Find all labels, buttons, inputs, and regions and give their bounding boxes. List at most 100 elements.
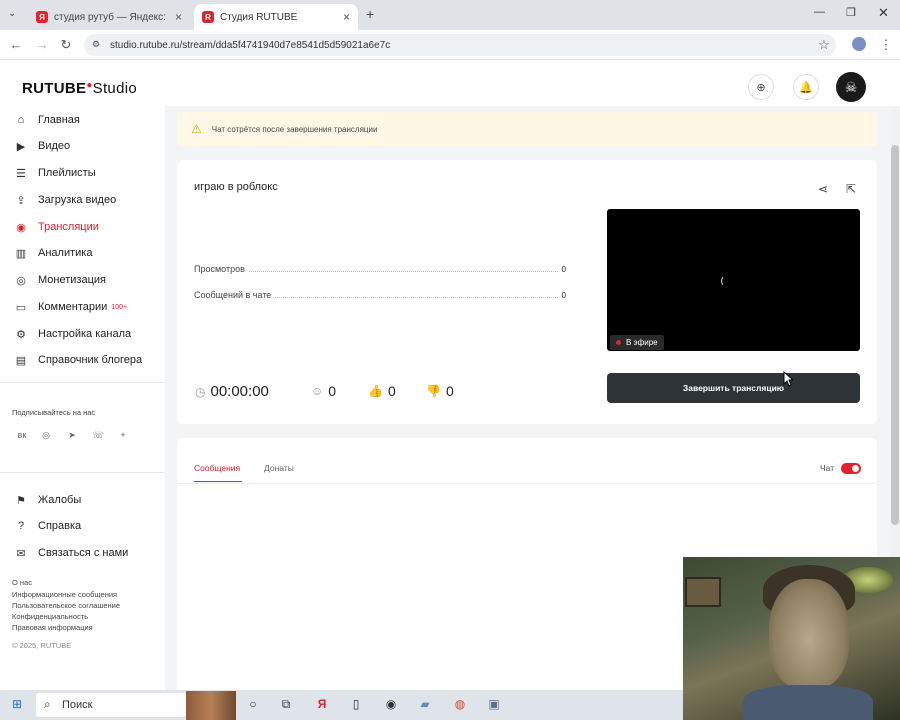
avatar[interactable]: ☠ bbox=[836, 72, 866, 102]
search-highlight-image bbox=[186, 691, 236, 720]
tab-messages[interactable]: Сообщения bbox=[194, 463, 240, 473]
close-icon[interactable]: × bbox=[175, 10, 182, 24]
sidebar-item-channel-settings[interactable]: ⚙ Настройка канала bbox=[14, 324, 131, 344]
new-tab-button[interactable]: + bbox=[366, 6, 374, 22]
gear-icon: ⚙ bbox=[16, 328, 26, 341]
end-stream-button[interactable]: Завершить трансляцию bbox=[607, 373, 860, 403]
viber-icon[interactable]: ☏ bbox=[90, 430, 106, 446]
browser-tabstrip: ⌄ Я студия рутуб — Яндекс: нашл… × R Сту… bbox=[0, 0, 900, 30]
reload-icon[interactable]: ↻ bbox=[58, 37, 74, 53]
footer-link-legal[interactable]: Правовая информация bbox=[12, 623, 93, 632]
rutube-icon: R bbox=[202, 11, 214, 23]
cortana-icon[interactable]: ○ bbox=[244, 697, 262, 711]
minimize-icon[interactable]: — bbox=[814, 6, 825, 18]
sidebar-item-label: Аналитика bbox=[38, 247, 93, 259]
thumbs-up-icon: 👍 bbox=[368, 384, 383, 398]
home-icon: ⌂ bbox=[17, 114, 25, 126]
thumbs-down-icon: 👎 bbox=[426, 384, 441, 398]
chat-toggle-label: Чат bbox=[820, 463, 835, 473]
forward-icon[interactable]: → bbox=[34, 37, 50, 52]
sidebar-item-analytics[interactable]: ▥ Аналитика bbox=[14, 243, 93, 263]
photos-icon[interactable]: ▣ bbox=[485, 697, 503, 711]
file-icon[interactable]: ▯ bbox=[347, 697, 365, 711]
back-icon[interactable]: ← bbox=[8, 37, 24, 52]
window-close-icon[interactable]: ✕ bbox=[878, 5, 889, 21]
stat-dots bbox=[275, 297, 558, 298]
profile-icon[interactable] bbox=[852, 37, 866, 51]
yandex-browser-icon[interactable]: Я bbox=[313, 697, 331, 711]
site-info-icon[interactable]: ⚙ bbox=[92, 39, 100, 50]
windows-start-icon[interactable]: ⊞ bbox=[8, 697, 26, 711]
live-badge: В эфире bbox=[610, 335, 664, 350]
footer-link-about[interactable]: О нас bbox=[12, 578, 32, 587]
sidebar-item-help[interactable]: ? Справка bbox=[14, 516, 81, 536]
maximize-icon[interactable]: ❐ bbox=[846, 6, 856, 19]
stream-title: играю в роблокс bbox=[194, 181, 278, 193]
live-dot-icon bbox=[616, 340, 621, 345]
chrome-icon[interactable]: ◍ bbox=[451, 697, 469, 711]
clock-icon: ◷ bbox=[195, 384, 206, 399]
tab-title: Студия RUTUBE bbox=[220, 11, 298, 23]
bookmark-star-icon[interactable]: ☆ bbox=[816, 37, 832, 53]
taskbar-search[interactable]: ⌕ Поиск bbox=[36, 693, 186, 717]
tab-rutube-studio[interactable]: R Студия RUTUBE × bbox=[194, 4, 358, 30]
sidebar-item-home[interactable]: ⌂ Главная bbox=[14, 110, 80, 130]
notification-bell-icon[interactable]: 🔔 bbox=[793, 74, 819, 100]
menu-icon[interactable]: ⋮ bbox=[878, 37, 894, 53]
sidebar-item-contact[interactable]: ✉ Связаться с нами bbox=[14, 543, 128, 563]
warning-icon: ⚠ bbox=[191, 122, 202, 136]
search-icon: ⌕ bbox=[44, 697, 51, 711]
odnoklassniki-icon[interactable]: ◎ bbox=[38, 430, 54, 446]
play-icon: ▶ bbox=[16, 140, 26, 153]
sidebar-item-broadcasts[interactable]: ◉ Трансляции bbox=[14, 217, 99, 237]
help-icon: ? bbox=[17, 520, 25, 532]
chat-toggle[interactable] bbox=[841, 463, 861, 474]
sidebar-item-complaints[interactable]: ⚑ Жалобы bbox=[14, 490, 81, 510]
close-icon[interactable]: × bbox=[343, 10, 350, 24]
sidebar-item-label: Комментарии bbox=[38, 301, 108, 313]
create-icon[interactable]: ⊕ bbox=[748, 74, 774, 100]
live-label: В эфире bbox=[626, 338, 658, 347]
timer-value: 00:00:00 bbox=[210, 383, 269, 400]
task-view-icon[interactable]: ⧉ bbox=[277, 697, 295, 712]
sidebar-item-comments[interactable]: ▭ Комментарии 100+ bbox=[14, 297, 127, 317]
follow-title: Подписывайтесь на нас bbox=[12, 408, 96, 417]
sidebar-item-label: Главная bbox=[38, 114, 80, 126]
more-social-icon[interactable]: + bbox=[115, 430, 131, 446]
sidebar-item-upload[interactable]: ⇪ Загрузка видео bbox=[14, 190, 116, 210]
sidebar-item-blogger-guide[interactable]: ▤ Справочник блогера bbox=[14, 350, 142, 370]
sidebar-item-playlists[interactable]: ☰ Плейлисты bbox=[14, 163, 96, 183]
book-icon: ▤ bbox=[15, 354, 27, 367]
url-field[interactable]: ⚙ studio.rutube.ru/stream/dda5f4741940d7… bbox=[84, 34, 836, 56]
sidebar-item-monetization[interactable]: ◎ Монетизация bbox=[14, 270, 106, 290]
sidebar-item-label: Трансляции bbox=[38, 221, 99, 233]
sidebar-item-videos[interactable]: ▶ Видео bbox=[14, 136, 70, 156]
sidebar-item-label: Справка bbox=[38, 520, 82, 532]
rutube-studio-logo[interactable]: RUTUBE●Studio bbox=[22, 80, 137, 97]
vk-icon[interactable]: вк bbox=[14, 430, 30, 446]
app-icon[interactable]: ▰ bbox=[416, 697, 434, 711]
stat-label: Сообщений в чате bbox=[194, 290, 272, 300]
footer-link-privacy[interactable]: Конфиденциальность bbox=[12, 612, 88, 621]
sidebar-item-label: Плейлисты bbox=[38, 167, 96, 179]
tab-yandex[interactable]: Я студия рутуб — Яндекс: нашл… × bbox=[28, 4, 190, 30]
dislikes-value: 0 bbox=[445, 383, 454, 399]
obs-icon[interactable]: ◉ bbox=[382, 697, 400, 711]
footer-link-info[interactable]: Информационные сообщения bbox=[12, 590, 117, 599]
stream-timer: ◷ 00:00:00 bbox=[195, 383, 269, 400]
telegram-icon[interactable]: ➤ bbox=[64, 430, 80, 446]
active-tab-indicator bbox=[194, 481, 242, 482]
likes-count: 👍 0 bbox=[368, 383, 396, 399]
tab-donations[interactable]: Донаты bbox=[264, 463, 294, 473]
mouse-cursor-icon bbox=[783, 371, 793, 387]
share-icon[interactable]: ⋖ bbox=[818, 182, 828, 196]
stream-player[interactable] bbox=[607, 209, 860, 351]
sidebar-item-label: Загрузка видео bbox=[38, 194, 117, 206]
open-external-icon[interactable]: ⇱ bbox=[846, 182, 856, 196]
stat-value: 0 bbox=[561, 265, 566, 274]
viewers-count: ☺ 0 bbox=[311, 383, 336, 399]
footer-link-terms[interactable]: Пользовательское соглашение bbox=[12, 601, 120, 610]
scrollbar-thumb[interactable] bbox=[891, 145, 899, 525]
sidebar-divider bbox=[0, 382, 165, 383]
tab-search-icon[interactable]: ⌄ bbox=[8, 8, 16, 19]
